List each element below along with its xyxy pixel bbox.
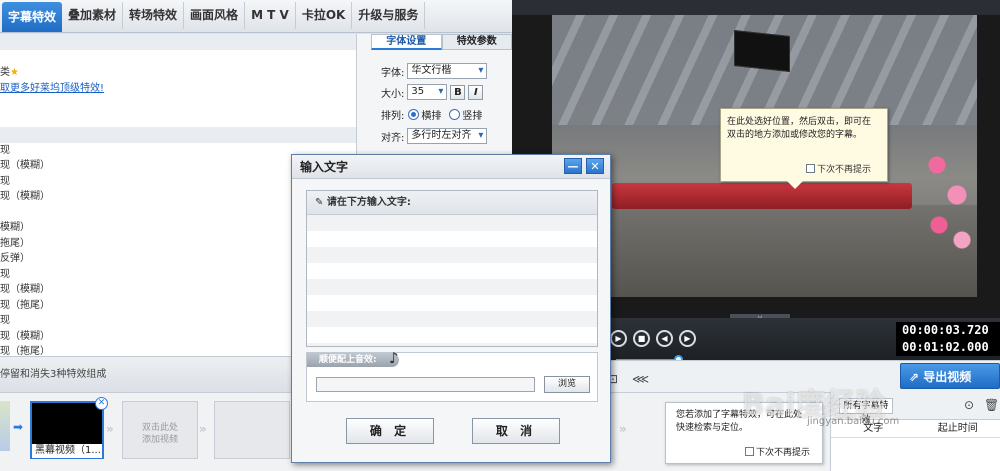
tab-karaoke[interactable]: 卡拉OK (296, 2, 353, 29)
size-row: 大小: 35 B I (381, 83, 484, 101)
input-text-dialog: 输入文字 — ✕ ✎ 请在下方输入文字: 顺便配上音效: ♪ 浏览 确 定 取 … (291, 154, 611, 463)
tab-transition-effects[interactable]: 转场特效 (123, 2, 185, 29)
tooltip-dont-show[interactable]: 下次不再提示 (805, 164, 871, 177)
align-select[interactable]: 多行时左对齐 (407, 128, 488, 144)
delete-icon[interactable]: 🗑 (984, 398, 999, 412)
tab-effect-params[interactable]: 特效参数 (441, 34, 512, 50)
chevron-right-icon: » (619, 422, 627, 436)
minimize-button[interactable]: — (564, 158, 582, 174)
font-select[interactable]: 华文行楷 (407, 63, 488, 79)
preview-topbar (512, 0, 1000, 15)
effects-tab-bar: 字幕特效 叠加素材 转场特效 画面风格 M T V 卡拉OK 升级与服务 (0, 0, 512, 33)
export-video-button[interactable]: ⇗ 导出视频 (900, 363, 1000, 389)
stop-icon[interactable]: ■ (633, 330, 650, 347)
vertical-radio[interactable] (449, 108, 461, 120)
sound-effect-box: 顺便配上音效: ♪ 浏览 (306, 349, 598, 402)
locate-icon[interactable]: ⊙ (964, 398, 974, 412)
edit-icon: ✎ (315, 197, 324, 208)
align-row: 对齐: 多行时左对齐 (381, 127, 488, 145)
watermark-url: jingyan.baidu.com (807, 416, 900, 427)
more-effects-link[interactable]: 取更多好莱坞顶级特效! (0, 81, 356, 97)
remove-clip-icon[interactable]: ✕ (95, 397, 108, 410)
arrow-right-icon: ➡ (13, 420, 24, 434)
font-label: 字体: (381, 67, 405, 79)
next-frame-icon[interactable]: ▶ (679, 330, 696, 347)
tab-upgrade-service[interactable]: 升级与服务 (352, 2, 426, 29)
list-item[interactable] (0, 112, 356, 128)
list-item[interactable] (0, 50, 356, 66)
clip-thumbnail[interactable] (0, 401, 10, 451)
size-label: 大小: (381, 88, 405, 100)
italic-button[interactable]: I (468, 84, 484, 100)
horizontal-radio[interactable] (408, 108, 420, 120)
music-note-icon: ♪ (389, 349, 399, 367)
preview-frame[interactable]: 在此处选好位置，然后双击，即可在 双击的地方添加或修改您的字幕。 下次不再提示 (552, 15, 977, 297)
text-input[interactable] (307, 215, 597, 346)
star-icon: ★ (10, 67, 19, 78)
list-item[interactable] (0, 127, 356, 143)
vertical-label: 竖排 (462, 110, 483, 122)
chevron-right-icon: » (199, 422, 207, 436)
add-video-slot[interactable]: 双击此处 添加视频 (122, 401, 198, 459)
ok-button[interactable]: 确 定 (346, 418, 434, 444)
font-settings-panel: 字体设置 特效参数 字体: 华文行楷 大小: 35 B I 排列: 横排 竖排 … (356, 34, 512, 156)
scene-balloons (917, 135, 977, 255)
horizontal-label: 横排 (421, 110, 442, 122)
list-item[interactable]: 类★ (0, 65, 356, 81)
list-item[interactable] (0, 34, 356, 50)
sound-label: 顺便配上音效: (307, 353, 399, 367)
empty-clip-slot[interactable] (214, 401, 290, 459)
cancel-button[interactable]: 取 消 (472, 418, 560, 444)
black-video-clip[interactable]: ✕ 黑幕视频（1... (30, 397, 108, 459)
hint-dont-show[interactable]: 下次不再提示 (744, 447, 810, 460)
total-time: 00:01:02.000 (902, 340, 989, 354)
scene-tv (734, 30, 790, 72)
export-icon: ⇗ (909, 370, 920, 384)
text-input-header: ✎ 请在下方输入文字: (307, 191, 597, 215)
scene-floor (552, 205, 977, 297)
chevron-right-icon: » (106, 422, 114, 436)
prev-frame-icon[interactable]: ◀ (656, 330, 673, 347)
current-time: 00:00:03.720 (902, 323, 989, 337)
col-time: 起止时间 (937, 423, 978, 434)
tab-font-settings[interactable]: 字体设置 (371, 34, 442, 50)
scene-tables (612, 183, 912, 209)
size-select[interactable]: 35 (407, 84, 448, 100)
arrange-row: 排列: 横排 竖排 (381, 105, 482, 123)
bold-button[interactable]: B (450, 84, 466, 100)
align-label: 对齐: (381, 132, 405, 144)
preview-tooltip: 在此处选好位置，然后双击，即可在 双击的地方添加或修改您的字幕。 下次不再提示 (720, 108, 888, 189)
hint-dont-show-checkbox[interactable] (744, 447, 754, 456)
property-tabs: 字体设置 特效参数 (371, 34, 512, 50)
tab-overlay-material[interactable]: 叠加素材 (62, 2, 124, 29)
share-icon[interactable]: ⋘ (632, 372, 649, 386)
play-icon[interactable]: ▶ (610, 330, 627, 347)
arrange-label: 排列: (381, 110, 405, 122)
font-row: 字体: 华文行楷 (381, 62, 488, 80)
dont-show-checkbox[interactable] (805, 164, 815, 173)
dialog-title: 输入文字 (292, 155, 610, 179)
tab-subtitle-effects[interactable]: 字幕特效 (2, 2, 63, 32)
timecode-display: 00:00:03.720 00:01:02.000 (896, 322, 1000, 356)
text-input-area[interactable]: ✎ 请在下方输入文字: (306, 190, 598, 347)
sound-file-input[interactable] (316, 377, 535, 392)
tab-mtv[interactable]: M T V (245, 2, 296, 29)
close-button[interactable]: ✕ (586, 158, 604, 174)
tab-picture-style[interactable]: 画面风格 (184, 2, 246, 29)
list-item[interactable] (0, 96, 356, 112)
browse-button[interactable]: 浏览 (544, 376, 590, 393)
